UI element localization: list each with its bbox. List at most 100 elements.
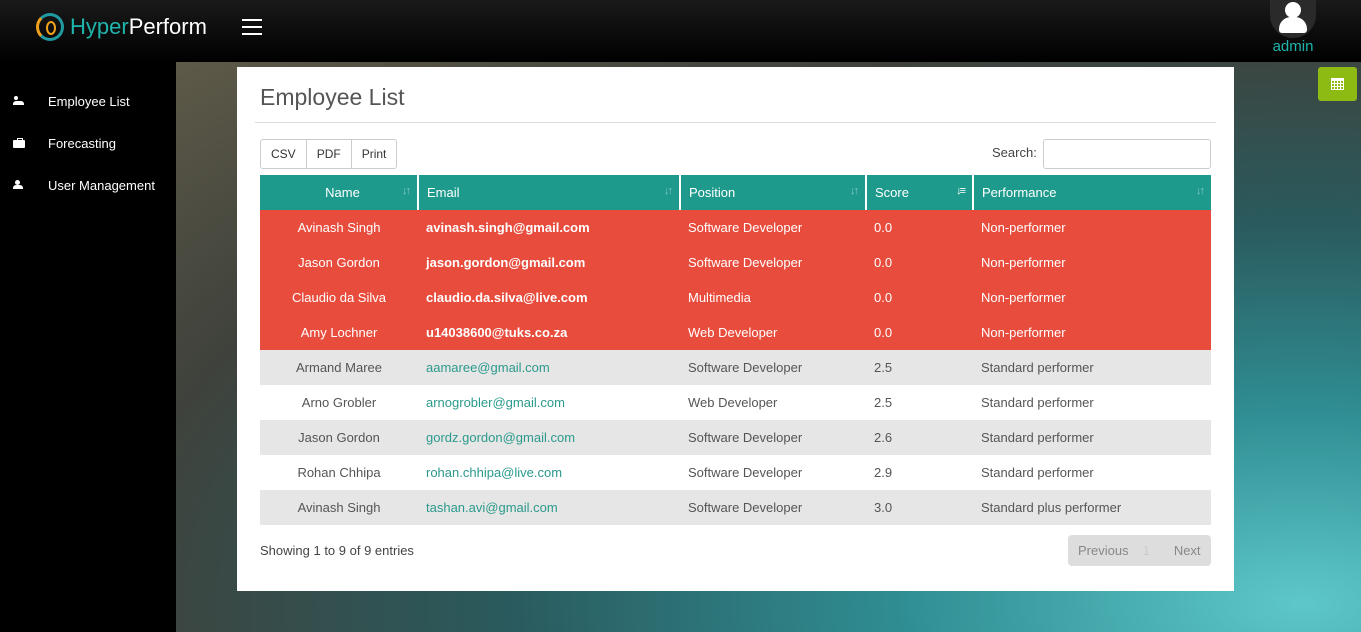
logo-icon [36, 13, 64, 41]
user-icon [13, 180, 27, 190]
cell-position: Software Developer [680, 245, 866, 280]
divider [255, 122, 1216, 123]
cell-performance: Standard performer [973, 420, 1211, 455]
cell-position: Software Developer [680, 420, 866, 455]
sort-icon: ↓↑ [402, 185, 411, 197]
cell-email[interactable]: jason.gordon@gmail.com [418, 245, 680, 280]
table-row: Jason Gordon gordz.gordon@gmail.com Soft… [260, 420, 1211, 455]
cell-score: 0.0 [866, 315, 973, 350]
sidebar-item-forecasting[interactable]: Forecasting [0, 122, 176, 164]
cell-position: Web Developer [680, 385, 866, 420]
print-button[interactable]: Print [350, 139, 398, 169]
pdf-button[interactable]: PDF [305, 139, 352, 169]
export-buttons: CSV PDF Print [260, 139, 398, 169]
cell-name: Jason Gordon [260, 245, 418, 280]
cell-email[interactable]: u14038600@tuks.co.za [418, 315, 680, 350]
cell-email[interactable]: arnogrobler@gmail.com [418, 385, 680, 420]
cell-email[interactable]: aamaree@gmail.com [418, 350, 680, 385]
cell-position: Multimedia [680, 280, 866, 315]
csv-button[interactable]: CSV [260, 139, 307, 169]
cell-score: 2.5 [866, 350, 973, 385]
cell-performance: Standard plus performer [973, 490, 1211, 525]
top-bar: HyperPerform admin [0, 0, 1361, 62]
cell-score: 0.0 [866, 245, 973, 280]
cell-position: Software Developer [680, 350, 866, 385]
cell-performance: Standard performer [973, 385, 1211, 420]
cell-name: Arno Grobler [260, 385, 418, 420]
calendar-button[interactable] [1318, 67, 1357, 101]
cell-score: 0.0 [866, 280, 973, 315]
cell-name: Amy Lochner [260, 315, 418, 350]
cell-email[interactable]: avinash.singh@gmail.com [418, 210, 680, 245]
sidebar-item-label: Forecasting [48, 135, 116, 151]
brand[interactable]: HyperPerform [36, 13, 207, 41]
cell-name: Avinash Singh [260, 210, 418, 245]
sort-icon: ↓↑ [850, 185, 859, 197]
page-title: Employee List [260, 84, 405, 110]
previous-button[interactable]: Previous [1068, 543, 1129, 558]
table-row: Arno Grobler arnogrobler@gmail.com Web D… [260, 385, 1211, 420]
cell-performance: Non-performer [973, 245, 1211, 280]
sort-icon: ↓↑ [664, 185, 673, 197]
cell-email[interactable]: rohan.chhipa@live.com [418, 455, 680, 490]
table-row: Avinash Singh tashan.avi@gmail.com Softw… [260, 490, 1211, 525]
cell-name: Armand Maree [260, 350, 418, 385]
cell-performance: Non-performer [973, 280, 1211, 315]
sidebar-item-employee-list[interactable]: Employee List [0, 80, 176, 122]
table-info: Showing 1 to 9 of 9 entries [260, 543, 414, 558]
sort-ascending-icon: ↓≡ [956, 185, 966, 197]
table-row: Avinash Singh avinash.singh@gmail.com So… [260, 210, 1211, 245]
cell-score: 3.0 [866, 490, 973, 525]
table-row: Amy Lochner u14038600@tuks.co.za Web Dev… [260, 315, 1211, 350]
sort-icon: ↓↑ [1196, 185, 1205, 197]
cell-performance: Non-performer [973, 315, 1211, 350]
cell-position: Software Developer [680, 210, 866, 245]
cell-name: Avinash Singh [260, 490, 418, 525]
column-header-performance[interactable]: Performance ↓↑ [972, 175, 1211, 210]
column-header-score[interactable]: Score ↓≡ [865, 175, 973, 210]
brand-perform: Perform [128, 14, 207, 39]
cell-name: Rohan Chhipa [260, 455, 418, 490]
user-name: admin [1272, 38, 1314, 55]
avatar [1270, 0, 1316, 38]
column-header-email[interactable]: Email ↓↑ [417, 175, 680, 210]
employee-panel: Employee List CSV PDF Print Search: Name… [237, 67, 1234, 591]
cell-score: 2.5 [866, 385, 973, 420]
calendar-icon [1331, 78, 1344, 90]
column-header-name[interactable]: Name ↓↑ [260, 175, 418, 210]
cell-performance: Standard performer [973, 455, 1211, 490]
cell-name: Jason Gordon [260, 420, 418, 455]
cell-email[interactable]: claudio.da.silva@live.com [418, 280, 680, 315]
search-input[interactable] [1043, 139, 1211, 169]
cell-score: 0.0 [866, 210, 973, 245]
cell-performance: Non-performer [973, 210, 1211, 245]
cell-name: Claudio da Silva [260, 280, 418, 315]
brand-name: HyperPerform [70, 14, 207, 40]
cell-position: Software Developer [680, 490, 866, 525]
sidebar: Employee List Forecasting User Managemen… [0, 62, 176, 632]
table-row: Armand Maree aamaree@gmail.com Software … [260, 350, 1211, 385]
brand-hyper: Hyper [70, 14, 129, 39]
cell-email[interactable]: gordz.gordon@gmail.com [418, 420, 680, 455]
sidebar-item-label: User Management [48, 177, 155, 193]
table-row: Jason Gordon jason.gordon@gmail.com Soft… [260, 245, 1211, 280]
next-button[interactable]: Next [1174, 543, 1201, 558]
cell-position: Software Developer [680, 455, 866, 490]
cell-position: Web Developer [680, 315, 866, 350]
table-row: Claudio da Silva claudio.da.silva@live.c… [260, 280, 1211, 315]
cell-email[interactable]: tashan.avi@gmail.com [418, 490, 680, 525]
cell-score: 2.6 [866, 420, 973, 455]
users-icon [13, 96, 27, 106]
sidebar-item-label: Employee List [48, 93, 130, 109]
hamburger-menu-icon[interactable] [242, 19, 262, 35]
sidebar-item-user-management[interactable]: User Management [0, 164, 176, 206]
pagination: Previous 1 Next [1068, 535, 1211, 566]
column-header-position[interactable]: Position ↓↑ [679, 175, 866, 210]
search-label: Search: [992, 145, 1037, 160]
cell-score: 2.9 [866, 455, 973, 490]
briefcase-icon [13, 138, 27, 148]
employee-table: Name ↓↑ Email ↓↑ Position ↓↑ Score ↓≡ Perfor… [260, 175, 1211, 525]
page-number-button[interactable]: 1 [1143, 543, 1150, 558]
user-menu[interactable]: admin [1266, 0, 1320, 55]
cell-performance: Standard performer [973, 350, 1211, 385]
